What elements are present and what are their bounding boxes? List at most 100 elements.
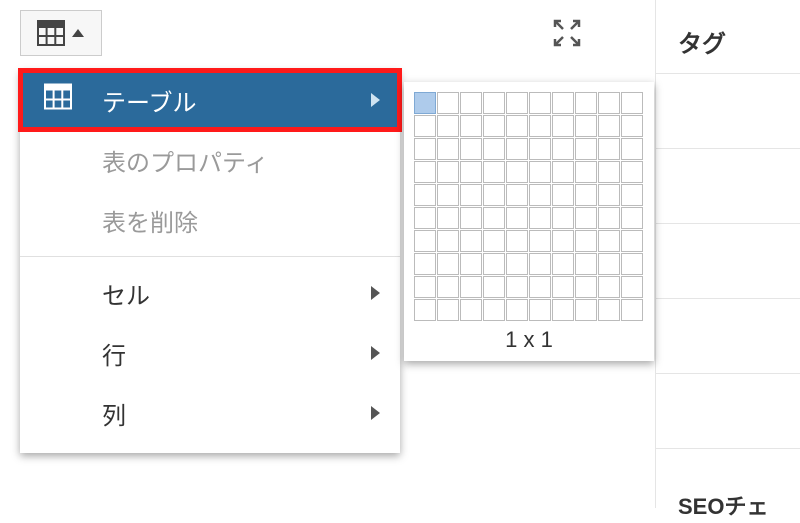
grid-cell[interactable]	[414, 299, 436, 321]
grid-cell[interactable]	[506, 92, 528, 114]
grid-cell[interactable]	[506, 138, 528, 160]
grid-cell[interactable]	[506, 253, 528, 275]
grid-cell[interactable]	[575, 92, 597, 114]
grid-cell[interactable]	[414, 92, 436, 114]
grid-cell[interactable]	[621, 138, 643, 160]
menu-item-column[interactable]: 列	[20, 383, 400, 443]
grid-cell[interactable]	[414, 230, 436, 252]
grid-cell[interactable]	[621, 276, 643, 298]
grid-cell[interactable]	[437, 161, 459, 183]
table-dropdown-button[interactable]	[20, 10, 102, 56]
grid-cell[interactable]	[575, 207, 597, 229]
grid-cell[interactable]	[598, 230, 620, 252]
grid-cell[interactable]	[460, 138, 482, 160]
grid-cell[interactable]	[414, 115, 436, 137]
grid-cell[interactable]	[483, 276, 505, 298]
grid-cell[interactable]	[598, 276, 620, 298]
grid-cell[interactable]	[552, 184, 574, 206]
grid-cell[interactable]	[483, 207, 505, 229]
grid-cell[interactable]	[552, 230, 574, 252]
grid-cell[interactable]	[575, 276, 597, 298]
grid-cell[interactable]	[529, 276, 551, 298]
grid-cell[interactable]	[414, 161, 436, 183]
fullscreen-button[interactable]	[550, 18, 584, 52]
grid-cell[interactable]	[483, 299, 505, 321]
grid-cell[interactable]	[460, 161, 482, 183]
grid-cell[interactable]	[575, 299, 597, 321]
grid-cell[interactable]	[483, 253, 505, 275]
grid-cell[interactable]	[621, 253, 643, 275]
grid-cell[interactable]	[621, 92, 643, 114]
grid-cell[interactable]	[414, 184, 436, 206]
grid-cell[interactable]	[529, 92, 551, 114]
grid-cell[interactable]	[621, 161, 643, 183]
grid-cell[interactable]	[552, 253, 574, 275]
grid-cell[interactable]	[506, 299, 528, 321]
grid-cell[interactable]	[437, 138, 459, 160]
grid-cell[interactable]	[483, 161, 505, 183]
grid-cell[interactable]	[483, 184, 505, 206]
menu-item-table-properties[interactable]: 表のプロパティ	[20, 130, 400, 190]
grid-cell[interactable]	[529, 207, 551, 229]
grid-cell[interactable]	[529, 115, 551, 137]
grid-cell[interactable]	[437, 207, 459, 229]
grid-cell[interactable]	[575, 161, 597, 183]
grid-cell[interactable]	[598, 138, 620, 160]
grid-cell[interactable]	[460, 115, 482, 137]
grid-cell[interactable]	[483, 230, 505, 252]
grid-cell[interactable]	[506, 207, 528, 229]
grid-cell[interactable]	[483, 115, 505, 137]
grid-cell[interactable]	[575, 184, 597, 206]
grid-cell[interactable]	[621, 230, 643, 252]
grid-cell[interactable]	[598, 161, 620, 183]
grid-cell[interactable]	[460, 299, 482, 321]
grid-cell[interactable]	[621, 115, 643, 137]
grid-cell[interactable]	[506, 161, 528, 183]
grid-cell[interactable]	[460, 253, 482, 275]
grid-cell[interactable]	[575, 115, 597, 137]
grid-cell[interactable]	[529, 299, 551, 321]
grid-cell[interactable]	[506, 276, 528, 298]
grid-cell[interactable]	[460, 92, 482, 114]
grid-cell[interactable]	[437, 230, 459, 252]
grid-cell[interactable]	[621, 299, 643, 321]
grid-cell[interactable]	[414, 138, 436, 160]
grid-cell[interactable]	[529, 230, 551, 252]
grid-cell[interactable]	[529, 138, 551, 160]
menu-item-row[interactable]: 行	[20, 323, 400, 383]
table-size-grid[interactable]	[414, 92, 644, 321]
grid-cell[interactable]	[506, 115, 528, 137]
grid-cell[interactable]	[598, 207, 620, 229]
grid-cell[interactable]	[414, 253, 436, 275]
grid-cell[interactable]	[575, 253, 597, 275]
grid-cell[interactable]	[460, 207, 482, 229]
grid-cell[interactable]	[437, 115, 459, 137]
grid-cell[interactable]	[552, 207, 574, 229]
grid-cell[interactable]	[460, 276, 482, 298]
grid-cell[interactable]	[575, 138, 597, 160]
grid-cell[interactable]	[598, 184, 620, 206]
grid-cell[interactable]	[437, 253, 459, 275]
menu-item-delete-table[interactable]: 表を削除	[20, 190, 400, 250]
grid-cell[interactable]	[598, 115, 620, 137]
grid-cell[interactable]	[460, 184, 482, 206]
grid-cell[interactable]	[552, 161, 574, 183]
grid-cell[interactable]	[552, 115, 574, 137]
grid-cell[interactable]	[552, 92, 574, 114]
grid-cell[interactable]	[437, 92, 459, 114]
grid-cell[interactable]	[552, 276, 574, 298]
grid-cell[interactable]	[552, 138, 574, 160]
grid-cell[interactable]	[437, 184, 459, 206]
grid-cell[interactable]	[506, 230, 528, 252]
grid-cell[interactable]	[529, 161, 551, 183]
grid-cell[interactable]	[506, 184, 528, 206]
grid-cell[interactable]	[437, 299, 459, 321]
grid-cell[interactable]	[621, 207, 643, 229]
grid-cell[interactable]	[598, 92, 620, 114]
grid-cell[interactable]	[414, 276, 436, 298]
grid-cell[interactable]	[460, 230, 482, 252]
grid-cell[interactable]	[598, 253, 620, 275]
grid-cell[interactable]	[483, 138, 505, 160]
grid-cell[interactable]	[598, 299, 620, 321]
grid-cell[interactable]	[575, 230, 597, 252]
